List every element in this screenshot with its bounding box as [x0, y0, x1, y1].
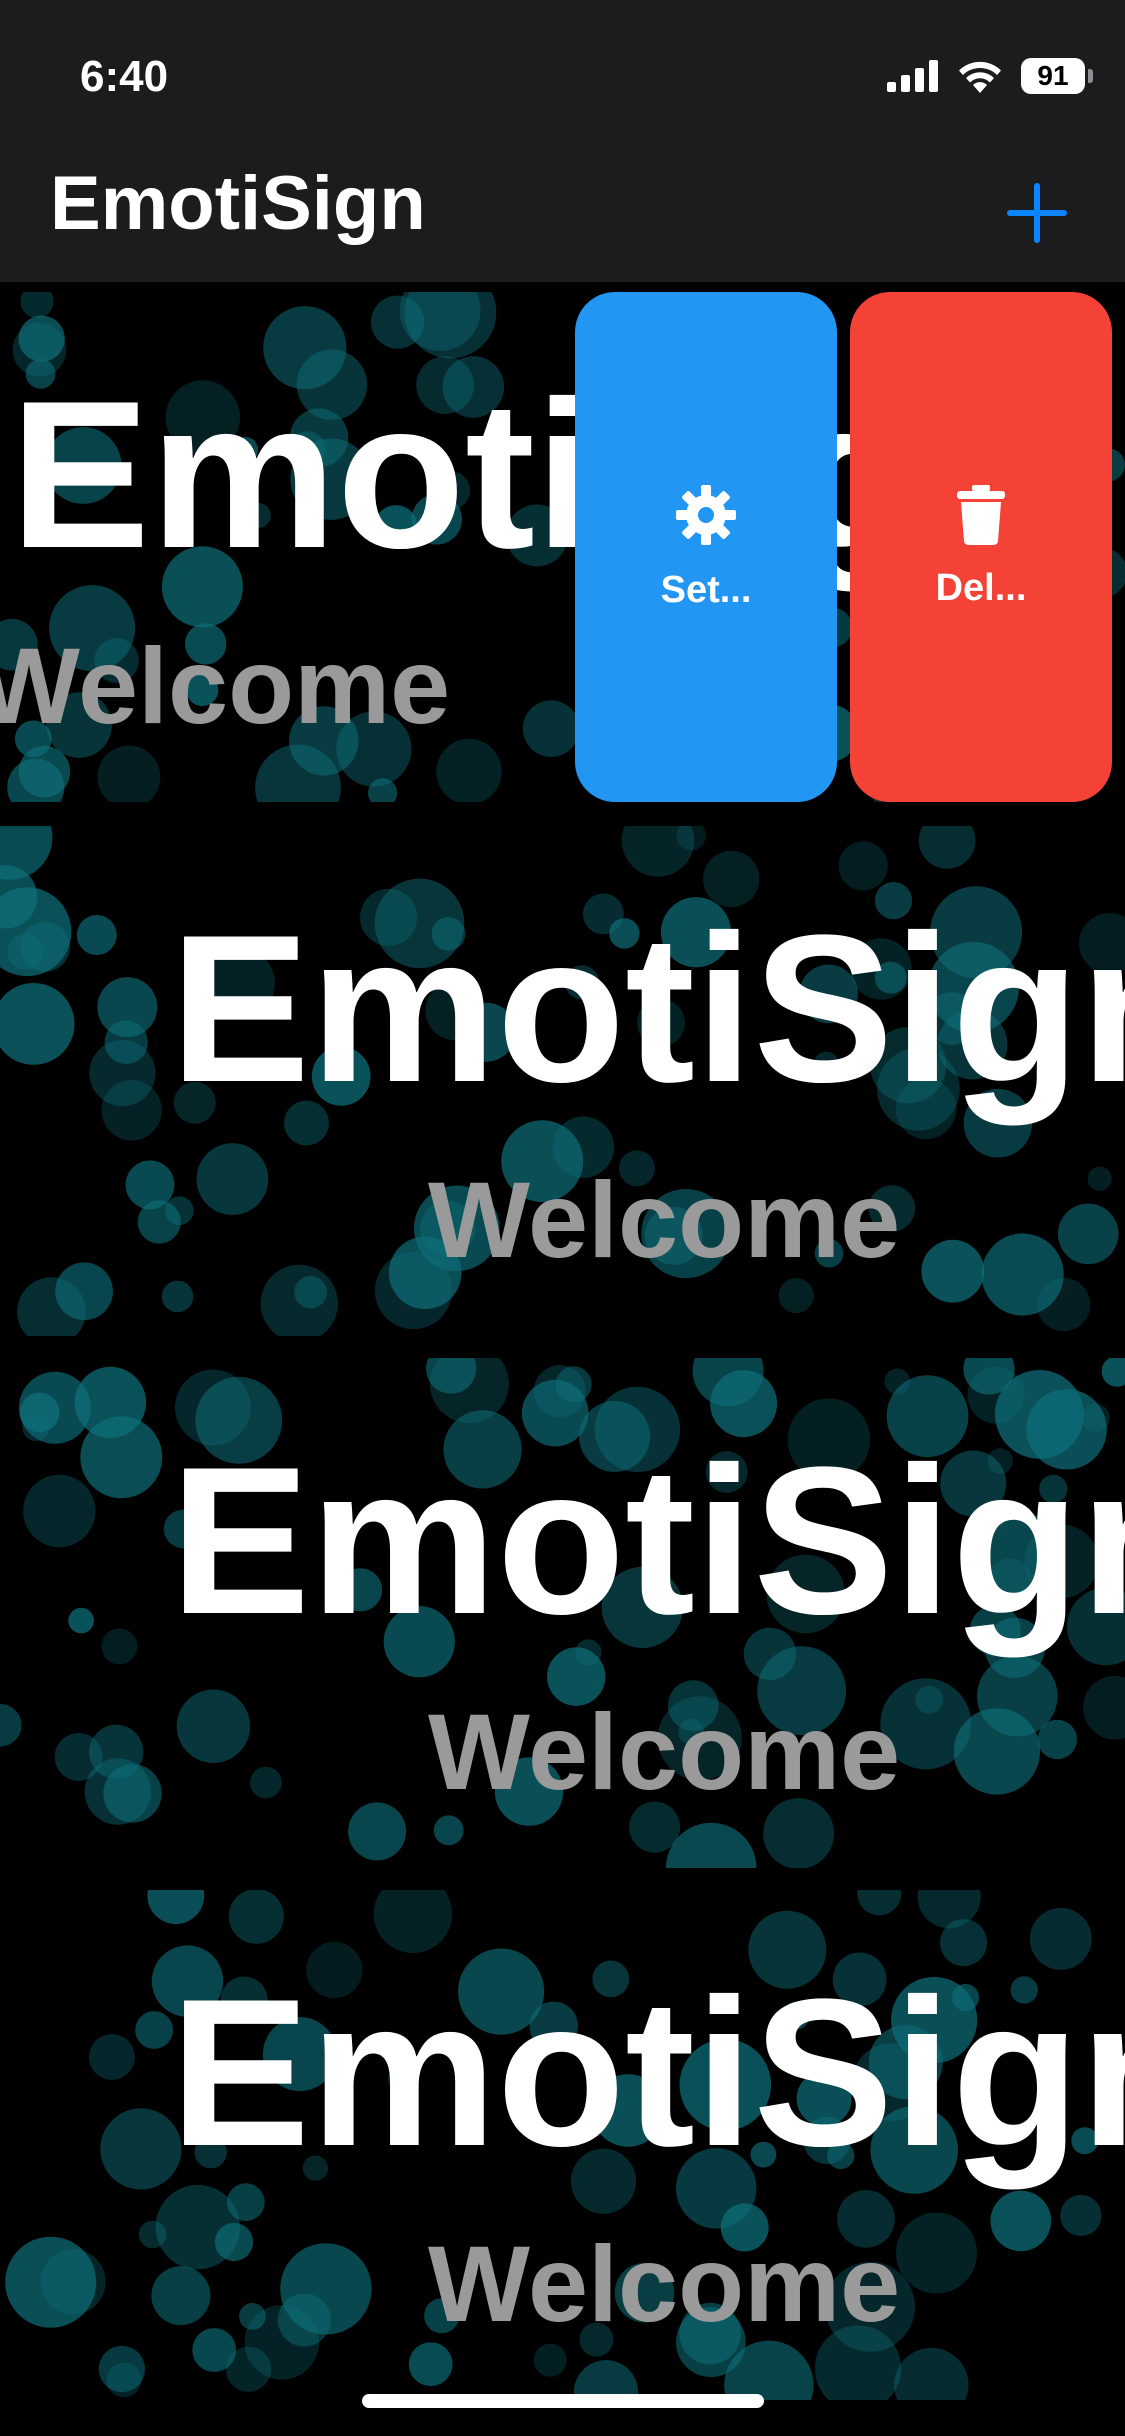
home-indicator: [362, 2394, 764, 2408]
sign-row[interactable]: EmotiSign Welcome: [0, 1890, 1125, 2400]
sign-title: EmotiSign: [170, 1955, 1125, 2190]
sign-subtitle: Welcome: [428, 1691, 901, 1812]
sign-title: EmotiSign: [170, 891, 1125, 1126]
gear-icon: [676, 484, 736, 545]
sign-row[interactable]: EmotiSign Welcome: [0, 1358, 1125, 1868]
add-button[interactable]: [989, 165, 1085, 261]
battery-level: 91: [1037, 60, 1069, 91]
sign-subtitle: Welcome: [428, 2223, 901, 2344]
plus-icon: [1007, 183, 1067, 243]
delete-button[interactable]: Del...: [850, 292, 1112, 802]
settings-label: Set...: [660, 568, 752, 611]
cellular-signal-icon: [887, 60, 938, 92]
battery-indicator: 91: [1021, 58, 1093, 94]
sign-subtitle: Welcome: [428, 1159, 901, 1280]
status-time: 6:40: [80, 52, 169, 101]
sign-preview: EmotiSign Welcome: [0, 1358, 1125, 1868]
navigation-bar: 6:40 91 EmotiSign: [0, 0, 1125, 282]
screen: 6:40 91 EmotiSign EmotiSign Welcome Emot…: [0, 0, 1125, 2436]
sign-subtitle: Welcome: [0, 625, 451, 746]
sign-preview: EmotiSign Welcome: [0, 826, 1125, 1336]
wifi-icon: [959, 61, 1001, 93]
sign-preview: EmotiSign Welcome: [0, 1890, 1125, 2400]
status-icons: 91: [887, 58, 1093, 94]
sign-row[interactable]: EmotiSign Welcome: [0, 826, 1125, 1336]
delete-label: Del...: [935, 566, 1027, 609]
page-title: EmotiSign: [50, 161, 426, 246]
sign-title: EmotiSign: [170, 1423, 1125, 1658]
settings-button[interactable]: Set...: [575, 292, 837, 802]
trash-icon: [957, 484, 1005, 545]
